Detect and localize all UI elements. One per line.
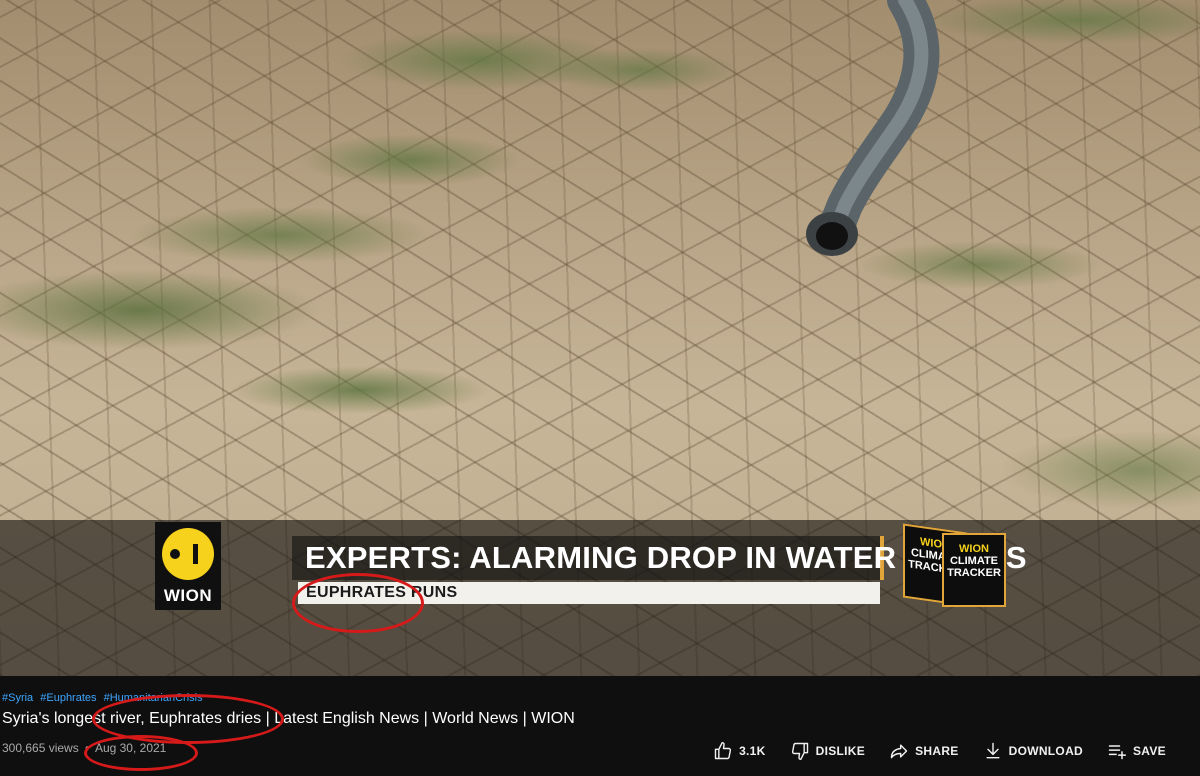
save-label: SAVE	[1133, 744, 1166, 758]
playlist-add-icon	[1108, 745, 1127, 760]
like-button[interactable]: 3.1K	[713, 741, 766, 761]
thumb-up-icon	[714, 741, 732, 760]
share-arrow-icon	[890, 744, 908, 759]
dislike-label: DISLIKE	[815, 744, 866, 758]
wion-logo-icon	[162, 528, 214, 580]
video-actions: 3.1K DISLIKE SHARE DOWNLOAD SAVE	[713, 738, 1166, 764]
save-button[interactable]: SAVE	[1107, 741, 1166, 761]
climate-tracker-badge: WION CLIMATE TRACKER	[942, 533, 1006, 607]
hashtag-link[interactable]: #Euphrates	[40, 692, 96, 704]
thumb-down-icon	[791, 742, 808, 761]
download-icon	[986, 742, 1000, 759]
download-label: DOWNLOAD	[1008, 744, 1083, 758]
hashtag-link[interactable]: #Syria	[2, 692, 33, 704]
tracker-brand: WION	[959, 543, 989, 555]
like-count: 3.1K	[739, 744, 766, 758]
wion-logo-text: WION	[163, 586, 213, 605]
view-count: 300,665 views	[2, 741, 79, 755]
dislike-button[interactable]: DISLIKE	[790, 741, 865, 761]
overlay-headline: EXPERTS: ALARMING DROP IN WATER LEVELS	[305, 540, 1027, 575]
wion-channel-logo: WION	[155, 522, 221, 610]
tracker-line1: CLIMATE	[949, 555, 999, 567]
tracker-line2: TRACKER	[947, 567, 1001, 579]
red-annotation-circle	[84, 735, 198, 771]
share-label: SHARE	[915, 744, 959, 758]
download-button[interactable]: DOWNLOAD	[983, 741, 1083, 761]
red-annotation-circle	[292, 573, 424, 633]
video-title: Syria's longest river, Euphrates dries |…	[2, 710, 575, 727]
share-button[interactable]: SHARE	[889, 741, 959, 761]
video-player[interactable]: WION EXPERTS: ALARMING DROP IN WATER LEV…	[0, 0, 1200, 676]
